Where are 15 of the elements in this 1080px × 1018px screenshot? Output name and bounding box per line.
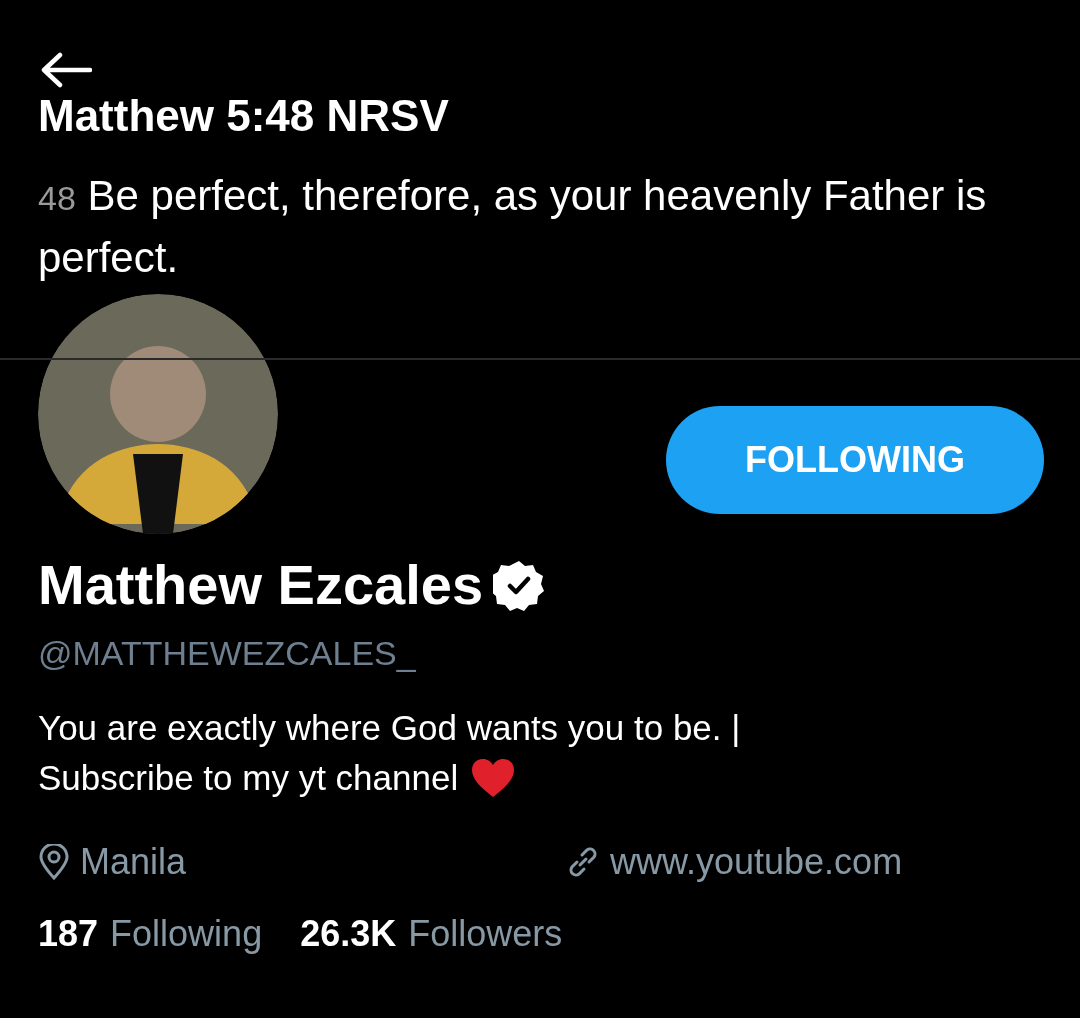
avatar[interactable] <box>38 294 278 534</box>
display-name: Matthew Ezcales <box>38 552 484 618</box>
stat-count: 26.3K <box>300 913 397 955</box>
website-link[interactable]: www.youtube.com <box>610 841 903 883</box>
bio-text: Subscribe to my yt channel <box>38 757 459 799</box>
stat-label[interactable]: Following <box>110 913 263 955</box>
heart-icon <box>470 757 517 799</box>
username: @MATTHEWEZCALES_ <box>38 634 417 673</box>
location-text: Manila <box>80 841 187 883</box>
verse-text: 48 Be perfect, therefore, as your heavenly Father is perfect. <box>38 171 988 283</box>
stat-count: 187 <box>38 913 99 955</box>
bio-text: You are exactly where God wants you to be. | <box>38 707 741 749</box>
stat-label[interactable]: Followers <box>408 913 563 955</box>
location-pin-icon <box>38 844 70 880</box>
banner-title: Matthew 5:48 NRSV <box>38 90 450 142</box>
